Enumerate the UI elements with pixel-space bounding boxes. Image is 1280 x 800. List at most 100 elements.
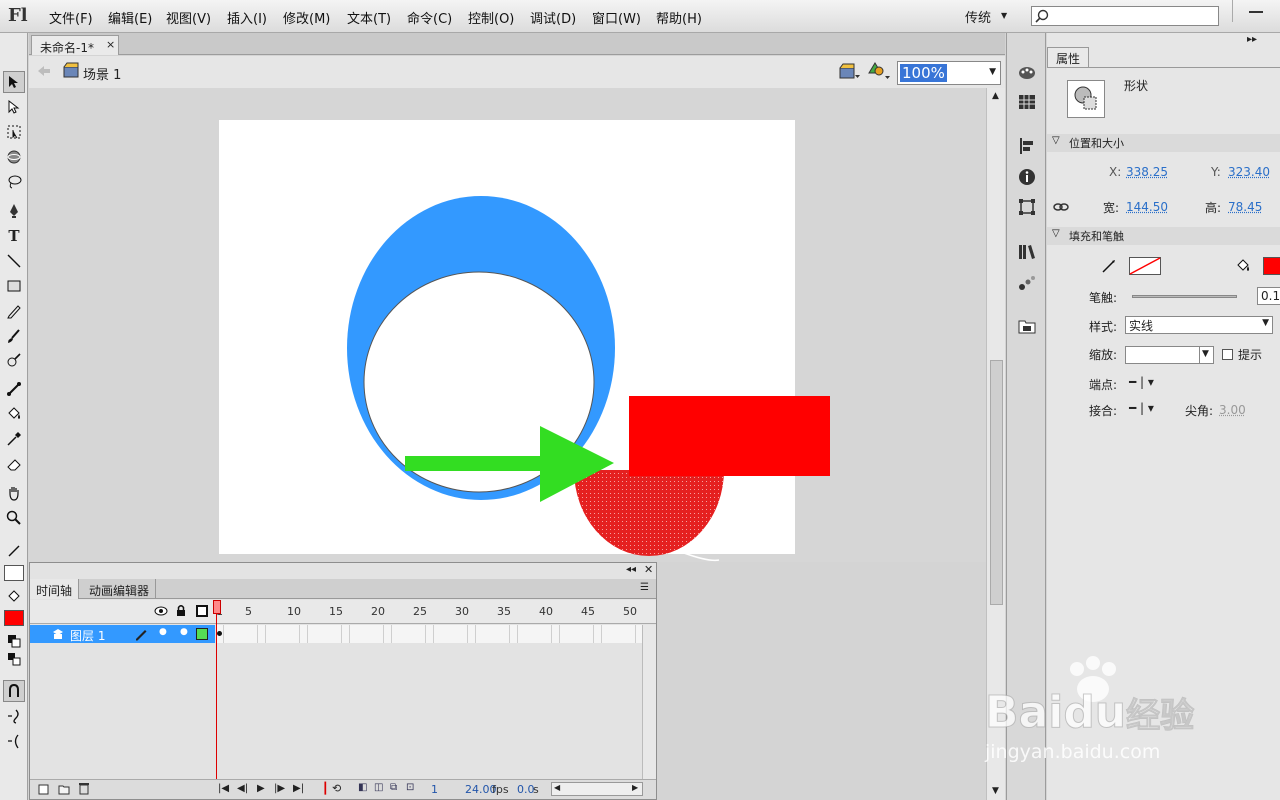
menu-debug[interactable]: 调试(D) — [530, 8, 576, 27]
color-palette-icon[interactable] — [1017, 63, 1037, 83]
free-transform-tool-icon[interactable] — [3, 121, 25, 143]
delete-icon[interactable] — [78, 782, 90, 795]
y-value[interactable]: 323.40 — [1228, 165, 1270, 179]
zoom-select[interactable]: 100% ▼ — [897, 61, 1001, 85]
menu-file[interactable]: 文件(F) — [49, 8, 93, 27]
stroke-color-swatch[interactable] — [1129, 257, 1161, 275]
cap-select[interactable]: ━ | ▾ — [1129, 375, 1154, 389]
paint-bucket-tool-icon[interactable] — [3, 403, 25, 425]
tab-properties[interactable]: 属性 — [1047, 47, 1089, 67]
brush-tool-icon[interactable] — [3, 325, 25, 347]
layer-name[interactable]: 图层 1 — [70, 627, 105, 644]
elapsed-time[interactable]: 0.0 — [517, 783, 535, 796]
fill-color-swatch[interactable] — [1263, 257, 1280, 275]
close-icon[interactable]: × — [106, 38, 115, 51]
transform-icon[interactable] — [1017, 197, 1037, 217]
first-frame-icon[interactable]: |◀ — [218, 783, 229, 794]
tab-timeline[interactable]: 时间轴 — [30, 579, 80, 599]
deco-tool-icon[interactable] — [3, 349, 25, 371]
pencil-tool-icon[interactable] — [3, 300, 25, 322]
current-frame[interactable]: 1 — [431, 783, 438, 796]
swap-colors-icon[interactable] — [3, 648, 25, 670]
chevron-down-icon[interactable]: ▼ — [1001, 11, 1007, 20]
miter-value[interactable]: 3.00 — [1219, 403, 1246, 417]
menu-view[interactable]: 视图(V) — [166, 8, 211, 27]
library-icon[interactable] — [1017, 242, 1037, 262]
keyframe[interactable] — [217, 631, 222, 636]
document-tab[interactable]: 未命名-1* × — [31, 35, 119, 55]
smooth-icon[interactable] — [3, 705, 25, 727]
selection-tool-icon[interactable] — [3, 71, 25, 93]
modify-markers-icon[interactable]: ⊡ — [406, 782, 414, 793]
scroll-down-icon[interactable]: ▼ — [992, 786, 999, 796]
text-tool-icon[interactable]: T — [3, 225, 25, 247]
join-select[interactable]: ━ | ▾ — [1129, 401, 1154, 415]
x-value[interactable]: 338.25 — [1126, 165, 1168, 179]
menu-text[interactable]: 文本(T) — [347, 8, 391, 27]
menu-insert[interactable]: 插入(I) — [227, 8, 267, 27]
straighten-icon[interactable] — [3, 730, 25, 752]
onion-outlines-icon[interactable]: ◫ — [374, 782, 383, 793]
height-value[interactable]: 78.45 — [1228, 200, 1262, 214]
playhead[interactable] — [213, 600, 221, 614]
swatches-icon[interactable] — [1017, 92, 1037, 112]
horizontal-scrollbar[interactable]: ◀ ▶ — [551, 782, 643, 796]
chevron-down-icon[interactable]: ▼ — [989, 67, 996, 77]
align-icon[interactable] — [1017, 136, 1037, 156]
onion-skin-icon[interactable]: ◧ — [358, 782, 367, 793]
eraser-tool-icon[interactable] — [3, 453, 25, 475]
workspace-switcher[interactable]: 传统 — [965, 7, 991, 26]
frame-row[interactable] — [216, 625, 642, 643]
snap-to-objects-icon[interactable] — [3, 680, 25, 702]
last-frame-icon[interactable]: ▶| — [293, 783, 304, 794]
center-frame-icon[interactable]: ┃ — [322, 782, 329, 795]
scroll-up-icon[interactable]: ▲ — [992, 91, 999, 101]
stroke-slider[interactable] — [1132, 295, 1237, 298]
menu-edit[interactable]: 编辑(E) — [108, 8, 152, 27]
style-select[interactable]: 实线 ▼ — [1125, 316, 1273, 334]
subselection-tool-icon[interactable] — [3, 96, 25, 118]
lock-dot[interactable]: ● — [180, 627, 188, 637]
zoom-tool-icon[interactable] — [3, 507, 25, 529]
rectangle-tool-icon[interactable] — [3, 275, 25, 297]
line-tool-icon[interactable] — [3, 250, 25, 272]
new-folder-icon[interactable] — [58, 783, 70, 795]
stroke-color-icon[interactable] — [3, 539, 25, 561]
back-arrow-icon[interactable] — [37, 65, 51, 77]
stage-canvas[interactable] — [29, 88, 986, 562]
play-icon[interactable]: ▶ — [257, 783, 265, 794]
menu-commands[interactable]: 命令(C) — [407, 8, 452, 27]
fill-color-swatch[interactable] — [3, 607, 25, 629]
outline-color-swatch[interactable] — [196, 628, 208, 640]
new-layer-icon[interactable] — [38, 783, 50, 795]
eyedropper-tool-icon[interactable] — [3, 428, 25, 450]
hint-checkbox[interactable] — [1222, 349, 1233, 360]
scroll-left-icon[interactable]: ◀ — [554, 783, 560, 792]
stroke-input[interactable]: 0.10 — [1257, 287, 1280, 305]
project-icon[interactable] — [1017, 317, 1037, 337]
tab-motion-editor[interactable]: 动画编辑器 — [83, 579, 157, 599]
motion-presets-icon[interactable] — [1017, 273, 1037, 293]
menu-help[interactable]: 帮助(H) — [656, 8, 702, 27]
timeline-vscroll[interactable] — [642, 625, 656, 779]
close-icon[interactable]: ✕ — [644, 563, 653, 576]
minimize-button[interactable] — [1232, 0, 1280, 22]
scroll-right-icon[interactable]: ▶ — [632, 783, 638, 792]
menu-control[interactable]: 控制(O) — [468, 8, 514, 27]
lock-icon[interactable] — [175, 604, 187, 617]
collapse-icon[interactable]: ▸▸ — [1247, 34, 1257, 45]
scrollbar-thumb[interactable] — [990, 360, 1003, 605]
lasso-tool-icon[interactable] — [3, 171, 25, 193]
loop-icon[interactable]: ⟲ — [332, 782, 341, 795]
outline-icon[interactable] — [196, 605, 208, 617]
search-input[interactable] — [1031, 6, 1219, 26]
step-back-icon[interactable]: ◀| — [237, 783, 248, 794]
width-value[interactable]: 144.50 — [1126, 200, 1168, 214]
3d-rotation-tool-icon[interactable] — [3, 146, 25, 168]
stage-area[interactable] — [29, 88, 986, 562]
step-forward-icon[interactable]: |▶ — [274, 783, 285, 794]
section-fill-stroke[interactable]: 填充和笔触 — [1047, 227, 1280, 245]
menu-window[interactable]: 窗口(W) — [592, 8, 641, 27]
collapse-icon[interactable]: ◂◂ — [626, 564, 636, 575]
pen-tool-icon[interactable] — [3, 200, 25, 222]
